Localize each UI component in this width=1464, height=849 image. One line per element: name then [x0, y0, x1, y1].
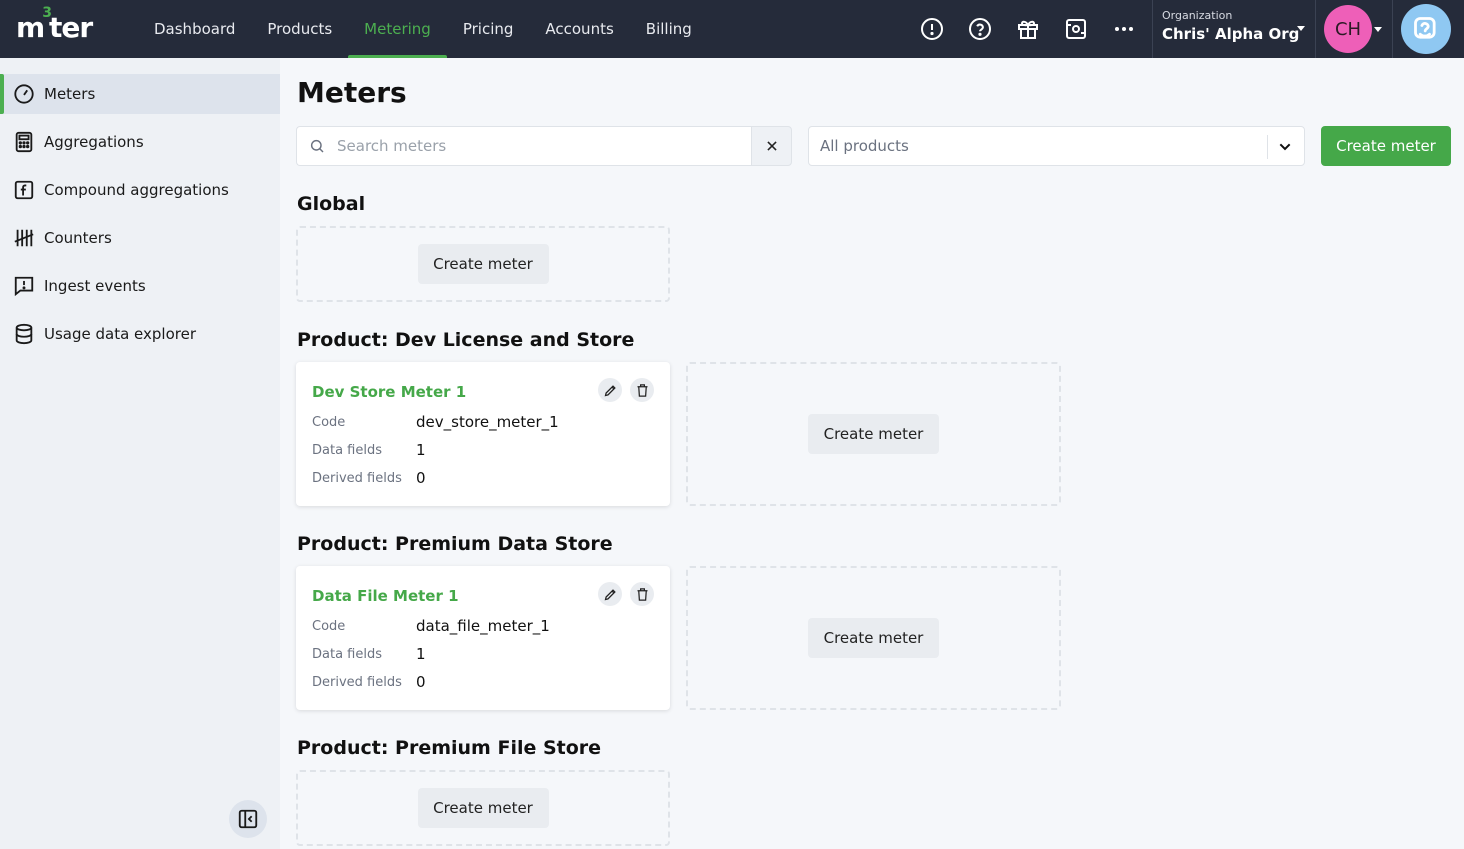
edit-meter-button[interactable]	[598, 582, 622, 606]
code-label: Code	[312, 415, 346, 430]
page-title: Meters	[297, 76, 407, 109]
trash-icon	[637, 587, 647, 601]
sidebar-item-label: Counters	[44, 229, 112, 247]
support-chat-icon[interactable]	[1401, 4, 1451, 54]
section-title-premium-data-store: Product: Premium Data Store	[297, 533, 613, 555]
pencil-icon	[604, 384, 616, 396]
sidebar-item-label: Usage data explorer	[44, 325, 196, 343]
empty-meter-slot: Create meter	[296, 770, 670, 846]
code-value: dev_store_meter_1	[416, 413, 559, 431]
sidebar-item-label: Compound aggregations	[44, 181, 229, 199]
organization-switcher[interactable]: Organization Chris' Alpha Org	[1152, 0, 1316, 58]
sidebar: Meters Aggregations Compound aggregation…	[0, 58, 280, 849]
gift-icon[interactable]	[1016, 17, 1040, 41]
trash-icon	[637, 383, 647, 397]
section-title-global: Global	[297, 193, 366, 215]
alert-icon[interactable]	[920, 17, 944, 41]
meter-card: Dev Store Meter 1 Code dev_store_meter_1…	[296, 362, 670, 506]
sidebar-item-label: Meters	[44, 85, 96, 103]
clear-search-button[interactable]	[751, 126, 792, 166]
create-meter-button[interactable]: Create meter	[417, 244, 549, 284]
divider	[1392, 0, 1393, 58]
chevron-down-icon	[1277, 139, 1293, 159]
panel-collapse-icon	[238, 809, 258, 829]
function-icon	[13, 179, 35, 201]
message-alert-icon	[13, 275, 35, 297]
edit-meter-button[interactable]	[598, 378, 622, 402]
delete-meter-button[interactable]	[630, 582, 654, 606]
empty-meter-slot: Create meter	[686, 362, 1061, 506]
product-filter-value: All products	[820, 137, 909, 155]
product-filter-select[interactable]: All products	[808, 126, 1305, 166]
divider	[1267, 135, 1268, 159]
sidebar-item-compound-aggregations[interactable]: Compound aggregations	[0, 170, 280, 210]
sidebar-item-usage-data-explorer[interactable]: Usage data explorer	[0, 314, 280, 354]
sidebar-item-aggregations[interactable]: Aggregations	[0, 122, 280, 162]
nav-metering[interactable]: Metering	[348, 0, 447, 58]
gauge-icon	[13, 83, 35, 105]
more-icon[interactable]	[1112, 17, 1136, 41]
calculator-icon	[13, 131, 35, 153]
sidebar-item-ingest-events[interactable]: Ingest events	[0, 266, 280, 306]
data-fields-value: 1	[416, 441, 426, 459]
sidebar-item-meters[interactable]: Meters	[0, 74, 280, 114]
help-icon[interactable]	[968, 17, 992, 41]
meter-card: Data File Meter 1 Code data_file_meter_1…	[296, 566, 670, 710]
tally-icon	[13, 227, 35, 249]
derived-fields-label: Derived fields	[312, 675, 402, 690]
create-meter-button[interactable]: Create meter	[417, 788, 549, 828]
create-meter-button[interactable]: Create meter	[1321, 126, 1451, 166]
section-title-premium-file-store: Product: Premium File Store	[297, 737, 602, 759]
close-icon	[766, 141, 777, 151]
nav-billing[interactable]: Billing	[630, 0, 708, 58]
derived-fields-label: Derived fields	[312, 471, 402, 486]
organization-label: Organization	[1162, 9, 1233, 22]
database-icon	[13, 323, 35, 345]
data-fields-label: Data fields	[312, 443, 382, 458]
derived-fields-value: 0	[416, 673, 426, 691]
derived-fields-value: 0	[416, 469, 426, 487]
code-value: data_file_meter_1	[416, 617, 550, 635]
meter-name-link[interactable]: Data File Meter 1	[312, 587, 459, 605]
nav-products[interactable]: Products	[251, 0, 348, 58]
search-box	[296, 126, 751, 166]
delete-meter-button[interactable]	[630, 378, 654, 402]
organization-name: Chris' Alpha Org	[1162, 25, 1300, 43]
user-avatar[interactable]: CH	[1324, 5, 1372, 53]
sidebar-item-label: Ingest events	[44, 277, 146, 295]
nav-accounts[interactable]: Accounts	[529, 0, 629, 58]
search-icon	[297, 138, 337, 154]
meter-logo[interactable]: m3ter	[16, 5, 93, 44]
caret-down-icon	[1297, 26, 1305, 31]
sidebar-item-counters[interactable]: Counters	[0, 218, 280, 258]
caret-down-icon[interactable]	[1374, 27, 1382, 32]
create-meter-button[interactable]: Create meter	[808, 414, 939, 454]
search-input[interactable]	[337, 137, 737, 155]
nav-pricing[interactable]: Pricing	[447, 0, 530, 58]
empty-meter-slot: Create meter	[686, 566, 1061, 710]
pencil-icon	[604, 588, 616, 600]
top-navigation-bar: m3ter Dashboard Products Metering Pricin…	[0, 0, 1464, 58]
section-title-dev-license-and-store: Product: Dev License and Store	[297, 329, 635, 351]
main-nav: Dashboard Products Metering Pricing Acco…	[138, 0, 708, 58]
code-label: Code	[312, 619, 346, 634]
nav-dashboard[interactable]: Dashboard	[138, 0, 251, 58]
empty-meter-slot: Create meter	[296, 226, 670, 302]
collapse-sidebar-button[interactable]	[229, 800, 267, 838]
create-meter-button[interactable]: Create meter	[808, 618, 939, 658]
meter-name-link[interactable]: Dev Store Meter 1	[312, 383, 466, 401]
settings-panel-icon[interactable]	[1064, 17, 1088, 41]
data-fields-value: 1	[416, 645, 426, 663]
data-fields-label: Data fields	[312, 647, 382, 662]
sidebar-item-label: Aggregations	[44, 133, 144, 151]
